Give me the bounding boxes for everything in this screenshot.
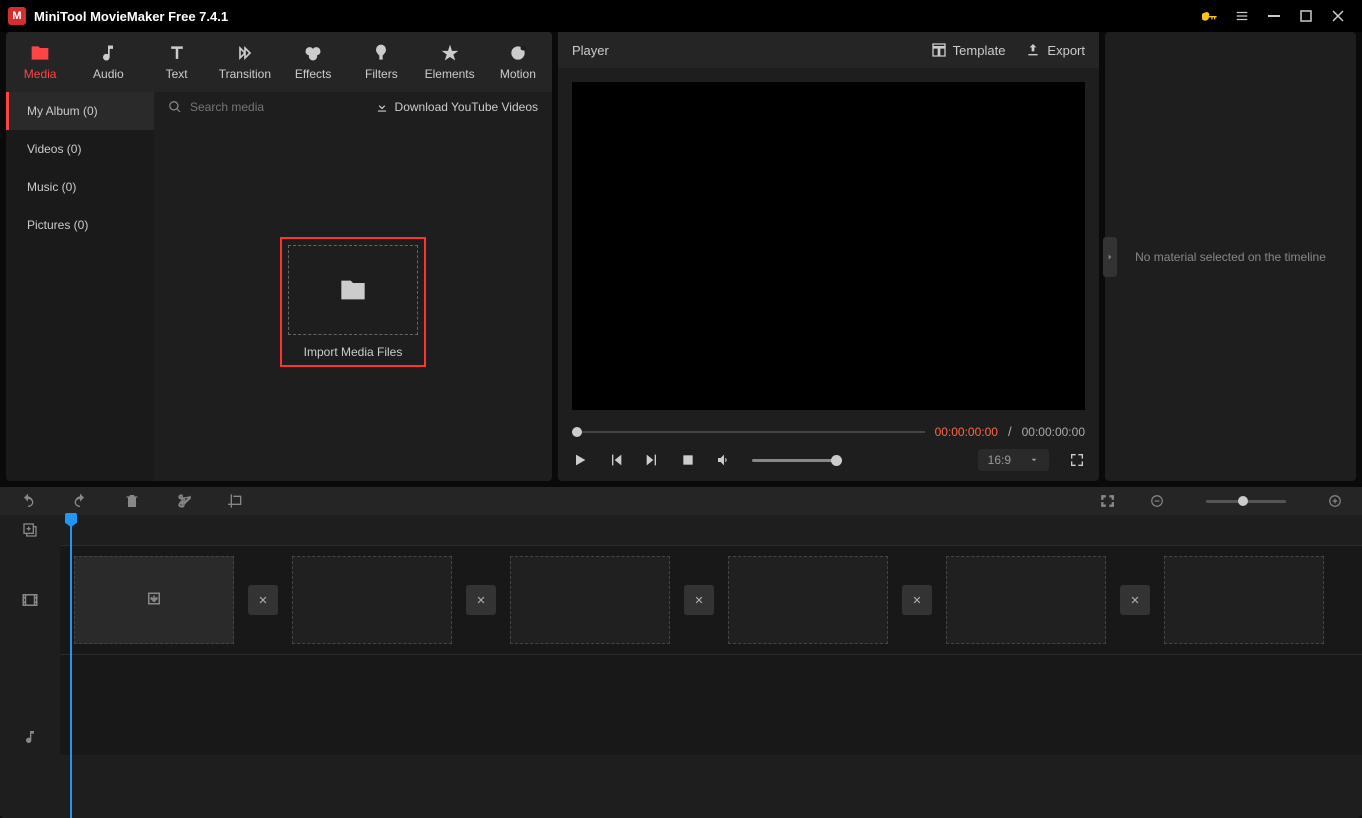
export-button[interactable]: Export <box>1025 42 1085 58</box>
sidebar-item-myalbum[interactable]: My Album (0) <box>6 92 154 130</box>
clip-slot[interactable] <box>728 556 888 644</box>
panel-collapse-handle[interactable] <box>1103 237 1117 277</box>
titlebar: M MiniTool MovieMaker Free 7.4.1 <box>0 0 1362 32</box>
template-button[interactable]: Template <box>931 42 1006 58</box>
player-title: Player <box>572 43 609 58</box>
delete-button[interactable] <box>124 493 140 509</box>
key-icon[interactable] <box>1194 0 1226 32</box>
video-track-icon <box>0 545 60 655</box>
search-input[interactable] <box>190 100 367 114</box>
tab-label: Transition <box>219 67 271 81</box>
tab-label: Motion <box>500 67 536 81</box>
tab-audio[interactable]: Audio <box>74 32 142 92</box>
properties-panel: No material selected on the timeline <box>1105 32 1356 481</box>
time-total: 00:00:00:00 <box>1022 425 1085 439</box>
crop-button[interactable] <box>228 493 244 509</box>
time-current: 00:00:00:00 <box>935 425 998 439</box>
search-icon <box>168 100 182 114</box>
menu-icon[interactable] <box>1226 0 1258 32</box>
transition-slot[interactable] <box>1120 585 1150 615</box>
tab-label: Filters <box>365 67 398 81</box>
sidebar-item-music[interactable]: Music (0) <box>6 168 154 206</box>
clip-slot[interactable] <box>292 556 452 644</box>
clip-slot[interactable] <box>946 556 1106 644</box>
chevron-down-icon <box>1029 455 1039 465</box>
video-preview[interactable] <box>572 82 1085 410</box>
play-button[interactable] <box>572 452 588 468</box>
download-icon <box>145 591 163 609</box>
tab-label: Text <box>166 67 188 81</box>
transition-slot[interactable] <box>248 585 278 615</box>
timeline-fit-button[interactable] <box>1100 494 1114 508</box>
export-label: Export <box>1047 43 1085 58</box>
split-button[interactable] <box>176 493 192 509</box>
sidebar-item-pictures[interactable]: Pictures (0) <box>6 206 154 244</box>
minimize-icon[interactable] <box>1258 0 1290 32</box>
timeline-tracks[interactable] <box>60 515 1362 818</box>
stop-button[interactable] <box>680 452 696 468</box>
tab-effects[interactable]: Effects <box>279 32 347 92</box>
download-youtube-button[interactable]: Download YouTube Videos <box>375 100 538 114</box>
transition-slot[interactable] <box>684 585 714 615</box>
media-categories: My Album (0) Videos (0) Music (0) Pictur… <box>6 92 154 481</box>
sidebar-item-videos[interactable]: Videos (0) <box>6 130 154 168</box>
tab-filters[interactable]: Filters <box>347 32 415 92</box>
tab-label: Effects <box>295 67 331 81</box>
properties-empty-message: No material selected on the timeline <box>1135 250 1326 264</box>
fullscreen-button[interactable] <box>1069 452 1085 468</box>
clip-slot[interactable] <box>74 556 234 644</box>
template-label: Template <box>953 43 1006 58</box>
tab-label: Media <box>24 67 57 81</box>
playhead[interactable] <box>70 515 72 818</box>
tab-label: Elements <box>425 67 475 81</box>
volume-slider[interactable] <box>752 459 842 462</box>
volume-button[interactable] <box>716 452 732 468</box>
tab-text[interactable]: Text <box>143 32 211 92</box>
aspect-value: 16:9 <box>988 453 1011 467</box>
close-icon[interactable] <box>1322 0 1354 32</box>
aspect-ratio-select[interactable]: 16:9 <box>978 449 1049 471</box>
download-label: Download YouTube Videos <box>395 100 538 114</box>
prev-button[interactable] <box>608 452 624 468</box>
clip-slot[interactable] <box>1164 556 1324 644</box>
timeline-panel <box>0 487 1362 818</box>
add-track-button[interactable] <box>0 515 60 545</box>
app-title: MiniTool MovieMaker Free 7.4.1 <box>34 9 228 24</box>
audio-track-icon <box>0 655 60 818</box>
folder-icon <box>339 276 367 304</box>
zoom-out-button[interactable] <box>1150 494 1164 508</box>
tab-elements[interactable]: Elements <box>416 32 484 92</box>
media-panel: Media Audio Text Transition Effects Filt… <box>6 32 552 481</box>
undo-button[interactable] <box>20 493 36 509</box>
redo-button[interactable] <box>72 493 88 509</box>
transition-slot[interactable] <box>466 585 496 615</box>
app-logo-icon: M <box>8 7 26 25</box>
player-panel: Player Template Export 00:00:00:00 / 00:… <box>558 32 1099 481</box>
zoom-in-button[interactable] <box>1328 494 1342 508</box>
time-separator: / <box>1008 424 1012 439</box>
tab-media[interactable]: Media <box>6 32 74 92</box>
maximize-icon[interactable] <box>1290 0 1322 32</box>
tab-transition[interactable]: Transition <box>211 32 279 92</box>
transition-slot[interactable] <box>902 585 932 615</box>
tab-label: Audio <box>93 67 124 81</box>
tab-motion[interactable]: Motion <box>484 32 552 92</box>
clip-slot[interactable] <box>510 556 670 644</box>
import-label: Import Media Files <box>288 345 418 359</box>
import-media-button[interactable]: Import Media Files <box>280 237 426 367</box>
scrub-bar[interactable] <box>572 431 925 433</box>
main-toolbar: Media Audio Text Transition Effects Filt… <box>6 32 552 92</box>
next-button[interactable] <box>644 452 660 468</box>
zoom-slider[interactable] <box>1206 500 1286 503</box>
